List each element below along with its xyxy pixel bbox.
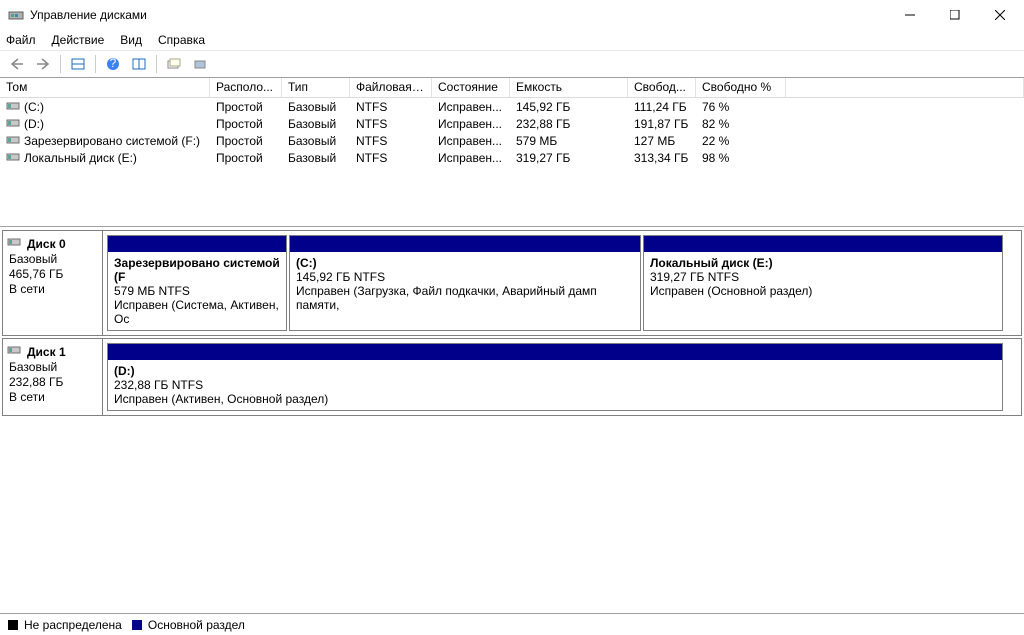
- drive-icon: [6, 151, 20, 162]
- menu-view[interactable]: Вид: [120, 33, 142, 47]
- col-layout[interactable]: Располо...: [210, 78, 282, 97]
- col-capacity[interactable]: Емкость: [510, 78, 628, 97]
- settings-button[interactable]: [189, 53, 211, 75]
- volume-table: Том Располо... Тип Файловая с... Состоян…: [0, 78, 1024, 227]
- table-row[interactable]: (C:)ПростойБазовыйNTFSИсправен...145,92 …: [0, 98, 1024, 115]
- col-spacer: [786, 78, 1024, 97]
- minimize-button[interactable]: [887, 1, 932, 29]
- maximize-button[interactable]: [932, 1, 977, 29]
- partition[interactable]: Локальный диск (E:)319,27 ГБ NTFSИсправе…: [643, 235, 1003, 331]
- partition[interactable]: Зарезервировано системой (F579 МБ NTFSИс…: [107, 235, 287, 331]
- view-list-button[interactable]: [128, 53, 150, 75]
- disk-icon: [7, 344, 21, 358]
- toolbar: ?: [0, 50, 1024, 78]
- legend-primary-icon: [132, 620, 142, 630]
- col-free[interactable]: Свобод...: [628, 78, 696, 97]
- legend: Не распределена Основной раздел: [0, 613, 1024, 635]
- drive-icon: [6, 117, 20, 128]
- partition[interactable]: (D:)232,88 ГБ NTFSИсправен (Активен, Осн…: [107, 343, 1003, 411]
- help-button[interactable]: ?: [102, 53, 124, 75]
- forward-button[interactable]: [32, 53, 54, 75]
- legend-unalloc: Не распределена: [24, 618, 122, 632]
- partition[interactable]: (C:)145,92 ГБ NTFSИсправен (Загрузка, Фа…: [289, 235, 641, 331]
- col-status[interactable]: Состояние: [432, 78, 510, 97]
- svg-text:?: ?: [110, 57, 117, 70]
- legend-primary: Основной раздел: [148, 618, 245, 632]
- table-row[interactable]: (D:)ПростойБазовыйNTFSИсправен...232,88 …: [0, 115, 1024, 132]
- col-volume[interactable]: Том: [0, 78, 210, 97]
- table-row[interactable]: Зарезервировано системой (F:)ПростойБазо…: [0, 132, 1024, 149]
- disk-header[interactable]: Диск 1Базовый232,88 ГБВ сети: [3, 339, 103, 415]
- disk-row: Диск 1Базовый232,88 ГБВ сети(D:)232,88 Г…: [2, 338, 1022, 416]
- view-split-button[interactable]: [67, 53, 89, 75]
- disk-row: Диск 0Базовый465,76 ГБВ сетиЗарезервиров…: [2, 230, 1022, 336]
- menu-help[interactable]: Справка: [158, 33, 205, 47]
- drive-icon: [6, 100, 20, 111]
- window-title: Управление дисками: [30, 8, 887, 22]
- table-header: Том Располо... Тип Файловая с... Состоян…: [0, 78, 1024, 98]
- titlebar: Управление дисками: [0, 0, 1024, 30]
- close-button[interactable]: [977, 1, 1022, 29]
- back-button[interactable]: [6, 53, 28, 75]
- table-row[interactable]: Локальный диск (E:)ПростойБазовыйNTFSИсп…: [0, 149, 1024, 166]
- disk-header[interactable]: Диск 0Базовый465,76 ГБВ сети: [3, 231, 103, 335]
- menu-file[interactable]: Файл: [6, 33, 36, 47]
- col-type[interactable]: Тип: [282, 78, 350, 97]
- menu-action[interactable]: Действие: [52, 33, 105, 47]
- col-fs[interactable]: Файловая с...: [350, 78, 432, 97]
- graphical-view: Диск 0Базовый465,76 ГБВ сетиЗарезервиров…: [0, 227, 1024, 418]
- legend-unalloc-icon: [8, 620, 18, 630]
- app-icon: [8, 7, 24, 23]
- menubar: Файл Действие Вид Справка: [0, 30, 1024, 50]
- col-freepct[interactable]: Свободно %: [696, 78, 786, 97]
- drive-icon: [6, 134, 20, 145]
- disk-icon: [7, 236, 21, 250]
- properties-button[interactable]: [163, 53, 185, 75]
